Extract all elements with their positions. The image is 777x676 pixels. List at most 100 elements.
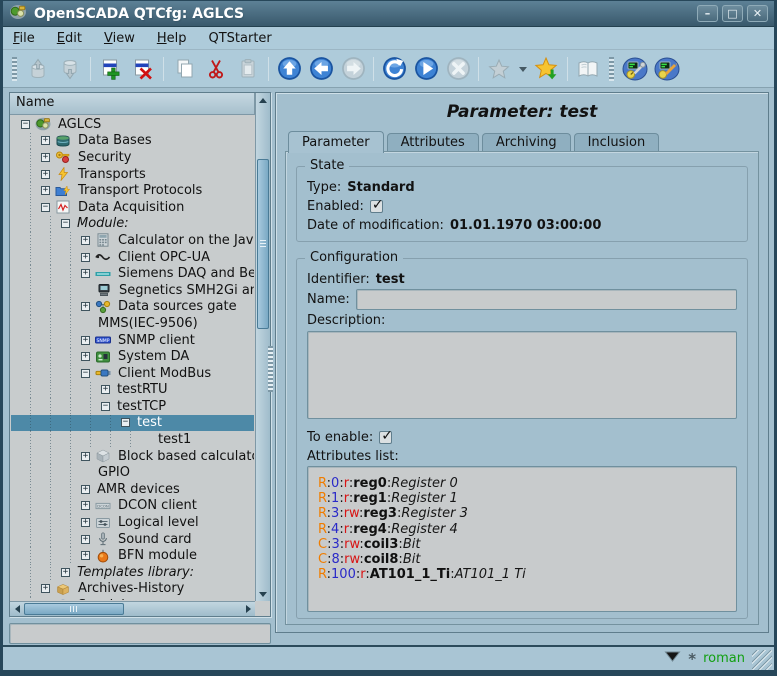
- qtstarter-configurator-button[interactable]: [619, 53, 651, 85]
- tree-item-system-da[interactable]: +System DA: [11, 348, 254, 365]
- scroll-up-button[interactable]: [256, 93, 270, 107]
- tree-item-sound-card[interactable]: +Sound card: [11, 531, 254, 548]
- tree-expander-expand[interactable]: +: [81, 253, 90, 262]
- tree-item-testtcp[interactable]: −testTCP: [11, 398, 254, 415]
- menu-qtstarter[interactable]: QTStarter: [208, 31, 271, 46]
- tree-item-bfn-module[interactable]: +BFN module: [11, 547, 254, 564]
- tree-item-security[interactable]: +Security: [11, 149, 254, 166]
- maximize-button[interactable]: □: [722, 5, 743, 22]
- tree-column-header[interactable]: Name: [10, 93, 255, 115]
- tree-expander-collapse[interactable]: −: [101, 402, 110, 411]
- tree-item-logical-level[interactable]: +Logical level: [11, 514, 254, 531]
- panel-splitter[interactable]: [268, 346, 273, 392]
- resize-grip[interactable]: [752, 650, 772, 670]
- tree-expander-expand[interactable]: +: [81, 501, 90, 510]
- tree-expander-expand[interactable]: +: [41, 170, 50, 179]
- tree-item-templates-library[interactable]: +Templates library:: [11, 564, 254, 581]
- tree-expander-expand[interactable]: +: [81, 452, 90, 461]
- start-periodic-update-button[interactable]: [410, 53, 442, 85]
- tree-item-siemens-daq-and-beck[interactable]: +Siemens DAQ and Beck: [11, 265, 254, 282]
- tree-expander-expand[interactable]: +: [81, 535, 90, 544]
- tree-item-block-based-calculator[interactable]: +Block based calculator: [11, 448, 254, 465]
- tree-item-dcon-client[interactable]: +DCONDCON client: [11, 498, 254, 515]
- tree-item-module[interactable]: −Module:: [11, 216, 254, 233]
- db-down-icon: [58, 57, 82, 81]
- tree-item-snmp-client[interactable]: +SNMPSNMP client: [11, 332, 254, 349]
- enabled-checkbox[interactable]: [370, 200, 383, 213]
- scroll-right-button[interactable]: [241, 602, 255, 616]
- attributes-list[interactable]: R:0:r:reg0:Register 0R:1:r:reg1:Register…: [307, 466, 737, 612]
- tree-expander-expand[interactable]: +: [41, 153, 50, 162]
- copy-item-button[interactable]: [168, 53, 200, 85]
- to-enable-checkbox[interactable]: [379, 431, 392, 444]
- tree-item-mms-iec-9506[interactable]: MMS(IEC-9506): [11, 315, 254, 332]
- tree-expander-expand[interactable]: +: [81, 269, 90, 278]
- tree-expander-expand[interactable]: +: [41, 136, 50, 145]
- go-back-button[interactable]: [305, 53, 337, 85]
- tree-expander-collapse[interactable]: −: [21, 120, 30, 129]
- tree-expander-expand[interactable]: +: [101, 385, 110, 394]
- tree-item-data-bases[interactable]: +Data Bases: [11, 133, 254, 150]
- tree-item-transport-protocols[interactable]: +Transport Protocols: [11, 182, 254, 199]
- tree-filter-field[interactable]: [9, 623, 271, 644]
- menu-file[interactable]: File: [13, 31, 35, 46]
- tree-expander-expand[interactable]: +: [41, 584, 50, 593]
- tree-expander-collapse[interactable]: −: [81, 369, 90, 378]
- go-up-button[interactable]: [273, 53, 305, 85]
- tree-expander-collapse[interactable]: −: [61, 219, 70, 228]
- tree-item-transports[interactable]: +Transports: [11, 166, 254, 183]
- tree-item-aglcs[interactable]: −AGLCS: [11, 116, 254, 133]
- delete-item-button[interactable]: [127, 53, 159, 85]
- tree-item-gpio[interactable]: GPIO: [11, 464, 254, 481]
- tree-expander-expand[interactable]: +: [81, 236, 90, 245]
- tree-item-test1[interactable]: test1: [11, 431, 254, 448]
- tab-attributes[interactable]: Attributes: [387, 133, 479, 152]
- menu-help[interactable]: Help: [157, 31, 187, 46]
- manual-button[interactable]: [572, 53, 604, 85]
- menu-view[interactable]: View: [104, 31, 135, 46]
- tree-item-data-sources-gate[interactable]: +Data sources gate: [11, 299, 254, 316]
- favorite-menu-button[interactable]: [515, 53, 531, 85]
- tree-item-client-opc-ua[interactable]: +Client OPC-UA: [11, 249, 254, 266]
- tree-expander-expand[interactable]: +: [81, 336, 90, 345]
- tree-item-archives-history[interactable]: +Archives-History: [11, 581, 254, 598]
- tab-inclusion[interactable]: Inclusion: [574, 133, 660, 152]
- tree-horizontal-scrollbar[interactable]: [10, 601, 255, 616]
- messages-indicator-icon[interactable]: [664, 650, 681, 667]
- tree-expander-expand[interactable]: +: [61, 568, 70, 577]
- tree-item-testrtu[interactable]: +testRTU: [11, 382, 254, 399]
- horizontal-scroll-thumb[interactable]: [24, 603, 124, 615]
- toolbar-handle[interactable]: [12, 57, 17, 81]
- tree-expander-expand[interactable]: +: [81, 302, 90, 311]
- minimize-button[interactable]: –: [697, 5, 718, 22]
- toolbar-handle[interactable]: [609, 57, 614, 81]
- tree-item-specials[interactable]: +Specials: [11, 597, 254, 600]
- tree-item-test[interactable]: −test: [11, 415, 254, 432]
- tree-item-data-acquisition[interactable]: −Data Acquisition: [11, 199, 254, 216]
- add-item-button[interactable]: [95, 53, 127, 85]
- close-button[interactable]: ✕: [747, 5, 768, 22]
- cut-item-button[interactable]: [200, 53, 232, 85]
- menu-edit[interactable]: Edit: [57, 31, 82, 46]
- tree-expander-expand[interactable]: +: [81, 551, 90, 560]
- refresh-button[interactable]: [378, 53, 410, 85]
- tree-item-amr-devices[interactable]: +AMR devices: [11, 481, 254, 498]
- tree-expander-collapse[interactable]: −: [121, 418, 130, 427]
- name-input[interactable]: [356, 289, 737, 310]
- tree-item-client-modbus[interactable]: −Client ModBus: [11, 365, 254, 382]
- vertical-scroll-thumb[interactable]: [257, 159, 269, 329]
- tree-expander-expand[interactable]: +: [81, 485, 90, 494]
- tree-expander-expand[interactable]: +: [81, 518, 90, 527]
- tab-parameter[interactable]: Parameter: [288, 131, 384, 153]
- scroll-left-button[interactable]: [10, 602, 24, 616]
- tree-item-segnetics-smh2gi-and[interactable]: Segnetics SMH2Gi and: [11, 282, 254, 299]
- tree-expander-expand[interactable]: +: [41, 186, 50, 195]
- description-textarea[interactable]: [307, 331, 737, 419]
- add-favorite-button[interactable]: [531, 53, 563, 85]
- qtstarter-vision-button[interactable]: [651, 53, 683, 85]
- tree-item-calculator-on-the-java-li[interactable]: +Calculator on the Java-li: [11, 232, 254, 249]
- tree-expander-expand[interactable]: +: [81, 352, 90, 361]
- tree-expander-collapse[interactable]: −: [41, 203, 50, 212]
- scroll-down-button[interactable]: [256, 587, 270, 601]
- tab-archiving[interactable]: Archiving: [482, 133, 571, 152]
